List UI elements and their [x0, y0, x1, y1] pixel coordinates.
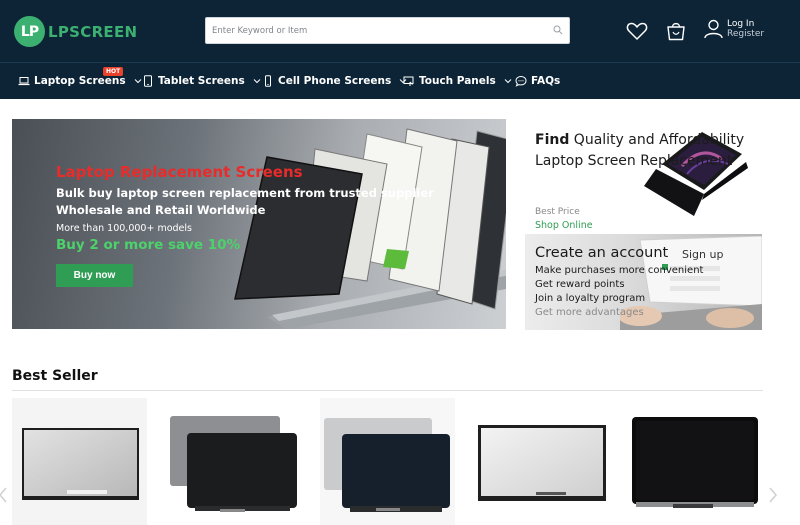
login-link[interactable]: Log In [727, 19, 764, 29]
main-nav: HOT Laptop Screens Tablet Screens Cell P… [0, 62, 800, 99]
product-card[interactable] [12, 398, 147, 525]
account-benefit: Get more advantages [535, 307, 644, 318]
tablet-icon [144, 75, 152, 87]
logo-mark: LP [14, 16, 45, 47]
laptop-icon [18, 77, 30, 86]
chevron-down-icon [504, 79, 512, 84]
section-divider [12, 390, 763, 391]
nav-item-faqs[interactable]: FAQs [515, 63, 560, 99]
product-card[interactable] [476, 398, 611, 525]
hero-subtitle-2: Wholesale and Retail Worldwide [56, 203, 266, 217]
hero-title: Laptop Replacement Screens [56, 163, 303, 181]
promo-quality-title: Find Quality and Affordability Laptop Sc… [535, 130, 762, 172]
product-card[interactable] [628, 398, 763, 525]
carousel-prev-icon[interactable] [0, 487, 8, 503]
logo-text: LPSCREEN [48, 22, 138, 41]
nav-item-laptop-screens[interactable]: Laptop Screens [18, 63, 142, 99]
create-account-title: Create an account [535, 245, 669, 261]
buy-now-button[interactable]: Buy now [56, 264, 133, 287]
shop-online-link[interactable]: Shop Online [535, 220, 593, 231]
search-input[interactable] [206, 18, 546, 44]
account-menu[interactable]: Log In Register [704, 19, 764, 39]
best-price-label: Best Price [535, 207, 580, 217]
chevron-down-icon [134, 79, 141, 84]
nav-item-cell-phone-screens[interactable]: Cell Phone Screens [262, 63, 407, 99]
nav-label: Cell Phone Screens [278, 75, 392, 87]
nav-label: Touch Panels [419, 75, 496, 87]
account-benefit: Join a loyalty program [535, 293, 646, 304]
laptop-screens-illustration [234, 128, 506, 329]
hero-subtitle: Bulk buy laptop screen replacement from … [56, 186, 434, 200]
chat-icon [515, 75, 527, 87]
hero-banner[interactable]: Laptop Replacement Screens Bulk buy lapt… [12, 119, 506, 329]
best-seller-title: Best Seller [12, 368, 98, 384]
site-logo[interactable]: LP LPSCREEN [14, 16, 137, 47]
nav-label: Laptop Screens [34, 75, 126, 87]
site-header: LP LPSCREEN Log In Register [0, 0, 800, 62]
touch-panel-icon [403, 76, 414, 86]
hero-promo: Buy 2 or more save 10% [56, 237, 241, 253]
hero-models-count: More than 100,000+ models [56, 223, 192, 234]
phone-icon [265, 75, 271, 87]
nav-item-tablet-screens[interactable]: Tablet Screens [142, 63, 261, 99]
cart-icon[interactable] [665, 21, 687, 41]
signup-screen-text: Sign up [682, 248, 723, 261]
nav-label: FAQs [531, 75, 561, 87]
nav-item-touch-panels[interactable]: Touch Panels [403, 63, 512, 99]
account-benefit: Get reward points [535, 279, 625, 290]
nav-label: Tablet Screens [158, 75, 245, 87]
account-benefit: Make purchases more convenient [535, 265, 704, 276]
promo-quality-title-bold: Find [535, 132, 570, 148]
register-link[interactable]: Register [727, 29, 764, 39]
search-icon[interactable] [553, 25, 563, 35]
promo-quality[interactable]: Find Quality and Affordability Laptop Sc… [525, 119, 762, 234]
chevron-down-icon [253, 79, 261, 84]
product-card[interactable] [165, 398, 305, 525]
heart-icon[interactable] [626, 21, 648, 41]
product-card[interactable] [320, 398, 455, 525]
user-icon [704, 19, 723, 39]
promo-create-account[interactable]: Sign up Create an account Make purchases… [525, 234, 762, 330]
search-box [205, 17, 570, 44]
carousel-next-icon[interactable] [768, 487, 778, 503]
